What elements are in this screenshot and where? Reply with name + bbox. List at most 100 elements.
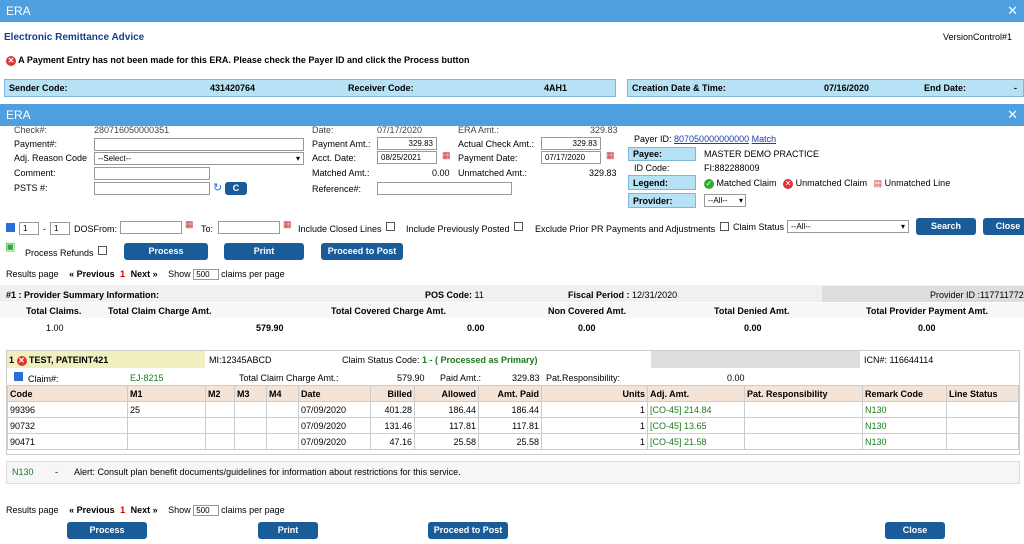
dos-to-input[interactable] xyxy=(218,221,280,234)
proceed-to-post-button[interactable]: Proceed to Post xyxy=(321,243,403,260)
table-row: 90732 07/09/2020 131.46 117.81 117.81 1 [CO-45… xyxy=(7,417,1019,434)
close-icon[interactable]: ✕ xyxy=(1007,107,1018,123)
claim-lines-table: Code M1 M2 M3 M4 Date Billed Allowed Amt. Paid Un… xyxy=(7,385,1019,450)
total-charge-value: 579.90 xyxy=(397,373,425,383)
x-icon: ✕ xyxy=(783,178,794,189)
process-refunds-checkbox[interactable] xyxy=(98,246,107,255)
payment-amt-input[interactable]: 329.83 xyxy=(377,137,437,150)
close-button[interactable]: Close xyxy=(983,218,1024,235)
page-number[interactable]: 1 xyxy=(120,505,125,515)
summary-values: 1.00 579.90 0.00 0.00 0.00 0.00 xyxy=(0,318,1024,338)
pagination-bottom: Results page « Previous 1 Next » Show 50… xyxy=(6,505,285,516)
include-prev-label: Include Previously Posted xyxy=(406,224,510,234)
page-subtitle: Electronic Remittance Advice xyxy=(4,32,145,43)
calendar-icon[interactable]: ▦ xyxy=(185,219,194,230)
summary-col-header: Total Claims. Total Claim Charge Amt. To… xyxy=(0,303,1024,318)
exclude-prior-label: Exclude Prior PR Payments and Adjustment… xyxy=(535,224,716,234)
claim-checkbox[interactable] xyxy=(14,372,23,381)
payee-label: Payee: xyxy=(628,147,696,161)
provider-label: Provider: xyxy=(628,193,696,208)
calendar-icon[interactable]: ▦ xyxy=(283,219,292,230)
payer-id-link[interactable]: 807050000000000 xyxy=(674,134,749,144)
psts-label: PSTS #: xyxy=(14,183,48,193)
adj-reason-select[interactable]: --Select-- ▾ xyxy=(94,152,304,165)
acct-date-input[interactable]: 08/25/2021 xyxy=(377,151,437,164)
next-link[interactable]: Next » xyxy=(131,269,158,279)
psts-input[interactable] xyxy=(94,182,210,195)
include-prev-checkbox[interactable] xyxy=(514,222,523,231)
footer-close-button[interactable]: Close xyxy=(885,522,945,539)
range-from-input[interactable]: 1 xyxy=(19,222,39,235)
claim-number-value[interactable]: EJ-8215 xyxy=(130,373,164,383)
calendar-icon[interactable]: ▦ xyxy=(442,150,451,161)
receiver-value: 4AH1 xyxy=(544,83,568,93)
inner-title-bar: ERA ✕ xyxy=(0,104,1024,126)
close-icon[interactable]: ✕ xyxy=(1007,3,1018,19)
payee-value: MASTER DEMO PRACTICE xyxy=(704,149,820,159)
claim-status-code-value: 1 - ( Processed as Primary) xyxy=(422,355,538,365)
creation-label: Creation Date & Time: xyxy=(632,83,726,93)
refresh-icon[interactable]: ↻ xyxy=(213,181,222,194)
unmatched-line-icon: ▤ xyxy=(873,178,883,188)
search-button[interactable]: Search xyxy=(916,218,976,235)
error-icon: ✕ xyxy=(6,55,16,66)
footer-process-button[interactable]: Process xyxy=(67,522,147,539)
era-amt-value: 329.83 xyxy=(590,125,618,135)
dos-from-input[interactable] xyxy=(120,221,182,234)
sender-value: 431420764 xyxy=(210,83,256,93)
reference-label: Reference#: xyxy=(312,184,362,194)
per-page-select[interactable]: 500 xyxy=(193,269,219,280)
exclude-prior-checkbox[interactable] xyxy=(720,222,729,231)
payment-label: Payment#: xyxy=(14,139,58,149)
calendar-icon[interactable]: ▦ xyxy=(606,150,615,161)
version-label: VersionControl#1 xyxy=(942,32,1012,42)
dos-from-label: DOSFrom: xyxy=(74,224,118,234)
page-number[interactable]: 1 xyxy=(120,269,125,279)
match-link[interactable]: Match xyxy=(752,134,777,144)
table-header-row: Code M1 M2 M3 M4 Date Billed Allowed Amt. Paid Un… xyxy=(7,385,1019,402)
provider-select[interactable]: --All-- ▾ xyxy=(704,194,746,207)
date-value: 07/17/2020 xyxy=(377,125,423,135)
matched-amt-label: Matched Amt.: xyxy=(312,168,370,178)
actual-check-label: Actual Check Amt.: xyxy=(458,139,535,149)
dos-to-label: To: xyxy=(201,224,214,234)
legend-row: ✓ Matched Claim ✕ Unmatched Claim ▤ Unma… xyxy=(704,178,951,189)
payer-id-row: Payer ID: 807050000000000 Match xyxy=(634,134,777,144)
provider-id: Provider ID :117711772 xyxy=(930,290,1024,300)
alert-message: ✕ A Payment Entry has not been made for … xyxy=(6,55,470,66)
remark-text: Alert: Consult plan benefit documents/gu… xyxy=(74,467,461,477)
receiver-label: Receiver Code: xyxy=(348,83,414,93)
previous-link[interactable]: « Previous xyxy=(69,269,115,279)
next-link[interactable]: Next » xyxy=(131,505,158,515)
matched-amt-value: 0.00 xyxy=(432,168,450,178)
claim-status-code-label: Claim Status Code: xyxy=(342,355,420,365)
process-button[interactable]: Process xyxy=(124,243,208,260)
icn-number: ICN#: 116644114 xyxy=(864,355,934,365)
payment-date-input[interactable]: 07/17/2020 xyxy=(541,151,601,164)
c-button[interactable]: C xyxy=(225,182,247,195)
print-button[interactable]: Print xyxy=(224,243,304,260)
unmatched-amt-value: 329.83 xyxy=(589,168,617,178)
acct-date-label: Acct. Date: xyxy=(312,153,357,163)
range-to-input[interactable]: 1 xyxy=(50,222,70,235)
comment-input[interactable] xyxy=(94,167,210,180)
comment-label: Comment: xyxy=(14,168,56,178)
reference-input[interactable] xyxy=(377,182,512,195)
footer-print-button[interactable]: Print xyxy=(258,522,318,539)
include-closed-checkbox[interactable] xyxy=(386,222,395,231)
per-page-select[interactable]: 500 xyxy=(193,505,219,516)
claim-status-select[interactable]: --All-- ▾ xyxy=(787,220,909,233)
paid-amt-value: 329.83 xyxy=(512,373,540,383)
select-all-checkbox[interactable] xyxy=(6,223,15,232)
claim-number-label: Claim#: xyxy=(28,374,59,384)
excel-icon[interactable]: ▣ xyxy=(5,240,15,253)
previous-link[interactable]: « Previous xyxy=(69,505,115,515)
table-row: 99396 25 07/09/2020 401.28 186.44 186.44 1 [CO-… xyxy=(7,401,1019,418)
actual-check-input[interactable]: 329.83 xyxy=(541,137,601,150)
total-charge-label: Total Claim Charge Amt.: xyxy=(239,373,339,383)
payment-input[interactable] xyxy=(94,138,304,151)
include-closed-label: Include Closed Lines xyxy=(298,224,382,234)
payment-date-label: Payment Date: xyxy=(458,153,518,163)
inner-window-title: ERA xyxy=(6,108,31,122)
footer-proceed-button[interactable]: Proceed to Post xyxy=(428,522,508,539)
